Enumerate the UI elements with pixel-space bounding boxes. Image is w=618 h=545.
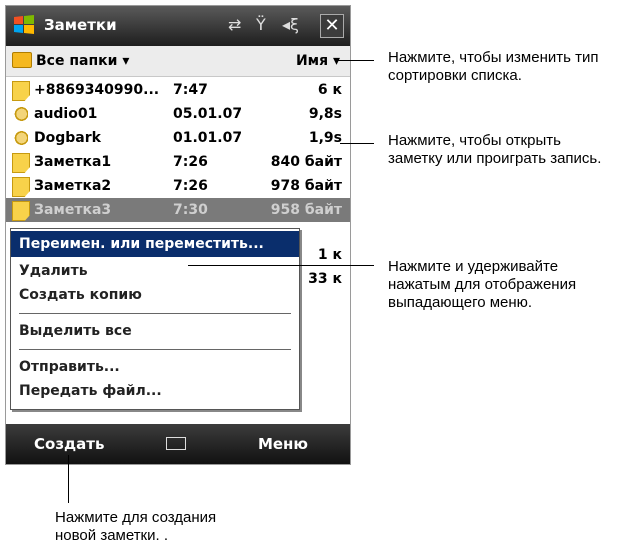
sync-icon[interactable]: ⇄ xyxy=(228,15,241,34)
note-icon xyxy=(12,153,30,173)
size-value: 33 к xyxy=(308,271,342,287)
menu-softkey[interactable]: Меню xyxy=(258,435,308,453)
callout-hold: Нажмите и удерживайте нажатым для отобра… xyxy=(388,258,577,311)
menu-item-select-all[interactable]: Выделить все xyxy=(19,323,132,339)
callout-open: Нажмите, чтобы открыть заметку или проиг… xyxy=(388,132,602,167)
audio-icon xyxy=(12,105,28,123)
menu-separator xyxy=(19,349,291,350)
note-icon xyxy=(12,201,30,221)
list-item-selected[interactable]: Заметка3 7:30 958 байт xyxy=(6,198,350,222)
size-value: 1 к xyxy=(317,247,342,263)
window-title: Заметки xyxy=(44,16,117,34)
close-icon: ✕ xyxy=(324,15,340,36)
signal-icon[interactable]: Ÿ xyxy=(256,15,266,34)
title-bar: Заметки ⇄ Ÿ ◂ξ ✕ xyxy=(6,6,350,46)
note-icon xyxy=(12,81,30,101)
list-item[interactable]: Заметка2 7:26 978 байт xyxy=(6,174,350,198)
menu-item-beam[interactable]: Передать файл... xyxy=(19,383,162,399)
menu-item-rename[interactable]: Переимен. или переместить... xyxy=(11,231,299,257)
callout-line xyxy=(340,143,374,144)
softkey-bar: Создать Меню xyxy=(6,424,350,464)
menu-item-copy[interactable]: Создать копию xyxy=(19,287,142,303)
callout-line xyxy=(68,455,69,503)
menu-separator xyxy=(19,313,291,314)
volume-icon[interactable]: ◂ξ xyxy=(282,15,299,34)
windows-start-icon[interactable] xyxy=(12,13,36,37)
file-list: +8869340990... 7:47 6 к audio01 05.01.07… xyxy=(6,78,350,222)
note-icon xyxy=(12,177,30,197)
callout-line xyxy=(337,60,374,61)
context-menu: Переимен. или переместить... Удалить Соз… xyxy=(10,228,300,410)
folder-dropdown[interactable]: Все папки ▾ xyxy=(36,53,129,69)
audio-icon xyxy=(12,129,28,147)
sort-dropdown[interactable]: Имя ▾ xyxy=(296,53,340,69)
folder-icon xyxy=(12,52,32,68)
list-item[interactable]: audio01 05.01.07 9,8s xyxy=(6,102,350,126)
callout-create: Нажмите для создания новой заметки. . xyxy=(55,509,217,544)
keyboard-icon[interactable] xyxy=(166,437,186,450)
menu-item-send[interactable]: Отправить... xyxy=(19,359,120,375)
folder-bar: Все папки ▾ Имя ▾ xyxy=(6,46,350,77)
list-item[interactable]: Заметка1 7:26 840 байт xyxy=(6,150,350,174)
list-item[interactable]: Dogbark 01.01.07 1,9s xyxy=(6,126,350,150)
callout-sort: Нажмите, чтобы изменить тип сортировки с… xyxy=(388,49,599,84)
create-softkey[interactable]: Создать xyxy=(34,435,104,453)
device-screen: Заметки ⇄ Ÿ ◂ξ ✕ Все папки ▾ Имя ▾ +8869… xyxy=(5,5,351,465)
close-button[interactable]: ✕ xyxy=(320,14,344,38)
callout-line xyxy=(188,265,374,266)
menu-item-delete[interactable]: Удалить xyxy=(19,263,88,279)
list-item[interactable]: +8869340990... 7:47 6 к xyxy=(6,78,350,102)
